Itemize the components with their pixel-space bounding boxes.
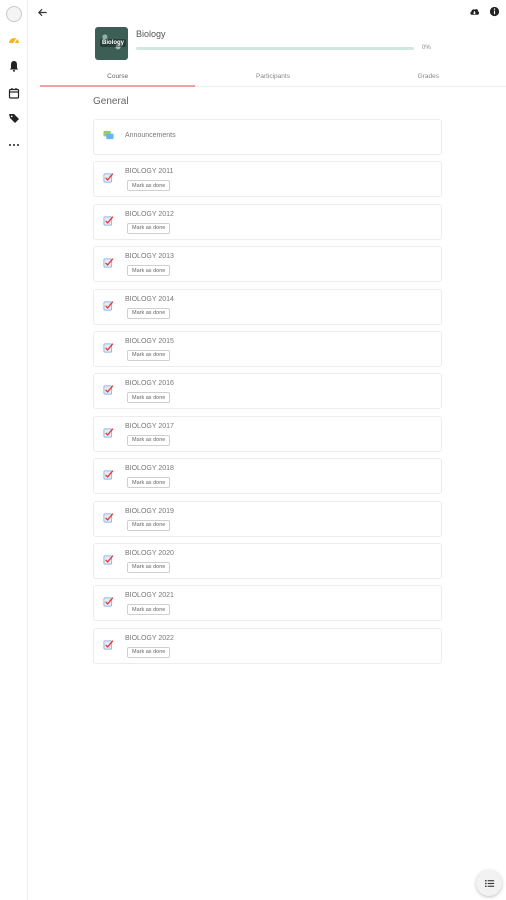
activity-name: BIOLOGY 2017	[125, 422, 174, 430]
course-tabs: Course Participants Grades	[40, 66, 506, 87]
list-icon	[484, 879, 494, 887]
activity-item[interactable]: BIOLOGY 2020 Mark as done	[93, 542, 442, 579]
tab-course[interactable]: Course	[40, 66, 196, 87]
mark-as-done-button[interactable]: Mark as done	[127, 646, 171, 658]
mark-as-done-button[interactable]: Mark as done	[127, 307, 171, 319]
assignment-icon	[103, 300, 114, 311]
assignment-icon	[103, 216, 114, 226]
announcements-label: Announcements	[125, 132, 176, 139]
activity-name: BIOLOGY 2012	[125, 210, 174, 218]
course-progress-text: 0%	[422, 45, 431, 51]
forum-icon	[103, 130, 114, 140]
mark-as-done-button[interactable]: Mark as done	[127, 519, 171, 531]
mark-as-done-button[interactable]: Mark as done	[127, 265, 171, 277]
activity-item[interactable]: BIOLOGY 2019 Mark as done	[93, 500, 442, 537]
activity-item[interactable]: BIOLOGY 2014 Mark as done	[93, 288, 442, 325]
course-image-label: Biology	[100, 39, 126, 47]
activity-name: BIOLOGY 2020	[125, 549, 174, 557]
tab-participants[interactable]: Participants	[195, 66, 350, 86]
assignment-icon	[103, 427, 114, 438]
course-index-button[interactable]	[476, 870, 502, 896]
announcements-item[interactable]: Announcements	[93, 119, 442, 155]
mark-as-done-button[interactable]: Mark as done	[127, 180, 171, 192]
tab-grades[interactable]: Grades	[351, 66, 506, 86]
activity-name: BIOLOGY 2022	[125, 634, 174, 642]
assignment-icon	[103, 512, 114, 522]
mark-as-done-button[interactable]: Mark as done	[127, 222, 171, 234]
course-progress-bar	[136, 47, 414, 50]
side-rail	[0, 0, 28, 900]
activity-name: BIOLOGY 2019	[125, 507, 174, 515]
course-image: Biology	[95, 27, 128, 60]
activity-item[interactable]: BIOLOGY 2015 Mark as done	[93, 330, 442, 367]
assignment-icon	[103, 639, 114, 650]
user-avatar[interactable]	[6, 6, 22, 22]
activity-name: BIOLOGY 2021	[125, 592, 174, 600]
mark-as-done-button[interactable]: Mark as done	[127, 434, 171, 446]
mark-as-done-button[interactable]: Mark as done	[127, 349, 171, 361]
tag-icon[interactable]	[6, 110, 22, 126]
mark-as-done-button[interactable]: Mark as done	[127, 477, 171, 489]
assignment-icon	[103, 385, 114, 395]
mark-as-done-button[interactable]: Mark as done	[127, 604, 171, 616]
activity-item[interactable]: BIOLOGY 2011 Mark as done	[93, 161, 442, 198]
activity-name: BIOLOGY 2018	[125, 465, 174, 473]
section-title: General	[93, 96, 129, 107]
cloud-download-icon[interactable]	[468, 5, 480, 17]
activity-item[interactable]: BIOLOGY 2012 Mark as done	[93, 203, 442, 240]
assignment-icon	[103, 597, 114, 607]
activity-item[interactable]: BIOLOGY 2016 Mark as done	[93, 373, 442, 410]
more-icon[interactable]	[6, 137, 22, 153]
course-title: Biology	[136, 29, 166, 39]
activity-item[interactable]: BIOLOGY 2021 Mark as done	[93, 585, 442, 622]
bell-icon[interactable]	[6, 58, 22, 74]
assignment-icon	[103, 555, 114, 565]
activity-name: BIOLOGY 2014	[125, 295, 174, 303]
mark-as-done-button[interactable]: Mark as done	[127, 561, 171, 573]
back-arrow-icon[interactable]	[34, 4, 50, 20]
assignment-icon	[103, 343, 114, 353]
assignment-icon	[103, 470, 114, 480]
activity-item[interactable]: BIOLOGY 2013 Mark as done	[93, 246, 442, 283]
assignment-icon	[103, 173, 114, 183]
calendar-icon[interactable]	[6, 85, 22, 101]
info-icon[interactable]	[488, 5, 500, 17]
assignment-icon	[103, 258, 114, 268]
activity-item[interactable]: BIOLOGY 2018 Mark as done	[93, 458, 442, 495]
activity-list: Announcements BIOLOGY 2011 Mark as done BI…	[93, 119, 442, 670]
activity-name: BIOLOGY 2015	[125, 337, 174, 345]
activity-name: BIOLOGY 2016	[125, 380, 174, 388]
mark-as-done-button[interactable]: Mark as done	[127, 392, 171, 404]
activity-name: BIOLOGY 2011	[125, 168, 174, 176]
activity-name: BIOLOGY 2013	[125, 253, 174, 261]
activity-item[interactable]: BIOLOGY 2017 Mark as done	[93, 415, 442, 452]
activity-item[interactable]: BIOLOGY 2022 Mark as done	[93, 627, 442, 664]
dashboard-icon[interactable]	[6, 32, 22, 48]
